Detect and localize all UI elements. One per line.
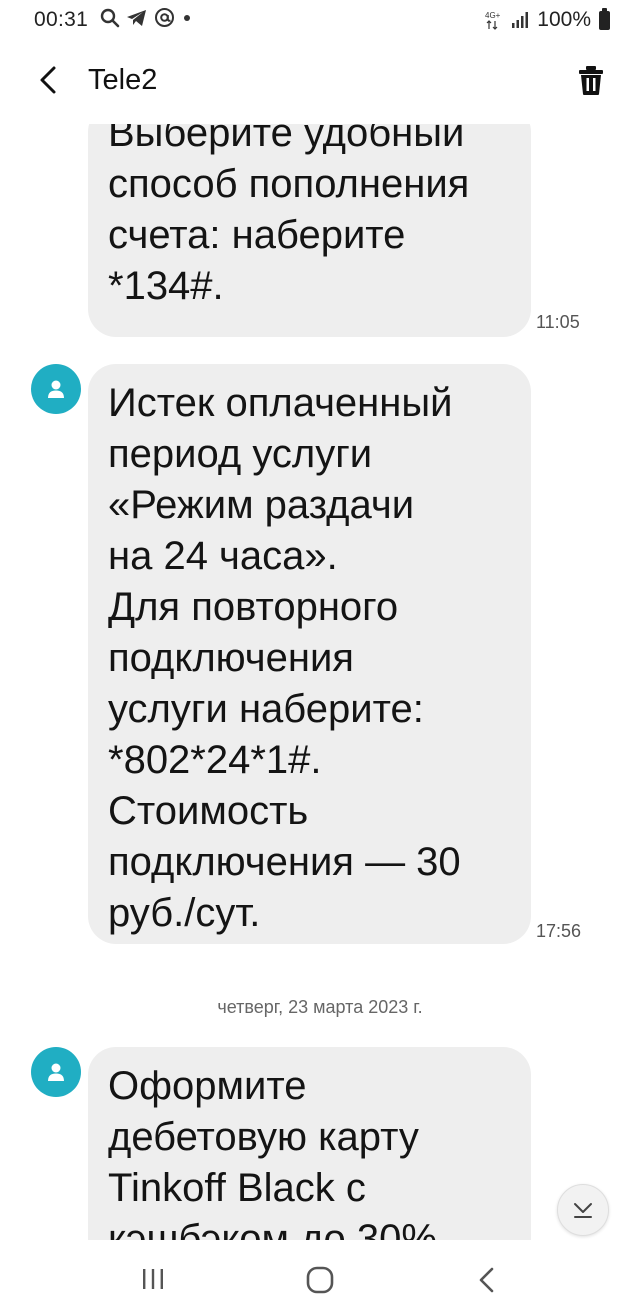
at-icon [155, 8, 174, 27]
sender-avatar[interactable] [31, 1047, 81, 1097]
message-list[interactable]: Выберите удобный способ пополнения счета… [0, 124, 640, 1240]
status-time: 00:31 [34, 8, 89, 31]
recents-icon[interactable] [140, 1268, 166, 1290]
back-arrow-icon[interactable] [32, 62, 68, 98]
network-4g-icon: 4G+ [485, 11, 501, 30]
message-bubble[interactable]: Истек оплаченный период услуги «Режим ра… [88, 364, 531, 944]
message-bubble[interactable]: Выберите удобный способ пополнения счета… [88, 124, 531, 337]
status-notification-icons [100, 7, 193, 28]
dot-icon [184, 14, 190, 21]
battery-percent: 100% [537, 8, 591, 31]
trash-icon[interactable] [576, 64, 606, 96]
message-text: Выберите удобный способ пополнения счета… [108, 124, 470, 308]
system-nav-bar [0, 1240, 640, 1316]
svg-text:4G+: 4G+ [485, 11, 501, 20]
nav-back-icon[interactable] [476, 1266, 498, 1294]
scroll-to-bottom-button[interactable] [557, 1184, 609, 1236]
message-text: Оформите дебетовую карту Tinkoff Black с… [108, 1064, 437, 1240]
search-icon [100, 8, 120, 27]
message-bubble[interactable]: Оформите дебетовую карту Tinkoff Black с… [88, 1047, 531, 1240]
conversation-header: Tele2 [0, 40, 640, 124]
home-icon[interactable] [306, 1266, 334, 1294]
chevron-down-icon [574, 1203, 592, 1218]
date-separator: четверг, 23 марта 2023 г. [217, 997, 423, 1017]
battery-icon [599, 7, 610, 30]
sender-avatar[interactable] [31, 364, 81, 414]
signal-icon [512, 12, 529, 28]
person-icon [48, 380, 64, 398]
telegram-icon [127, 9, 146, 26]
message-time: 17:56 [536, 921, 582, 941]
conversation-title[interactable]: Tele2 [88, 64, 157, 97]
status-bar: 00:31 4G+ 100% [0, 0, 640, 40]
message-text: Истек оплаченный период услуги «Режим ра… [108, 381, 461, 935]
status-system-icons: 4G+ 100% [485, 7, 610, 32]
message-time: 11:05 [536, 312, 580, 332]
person-icon [48, 1063, 64, 1081]
